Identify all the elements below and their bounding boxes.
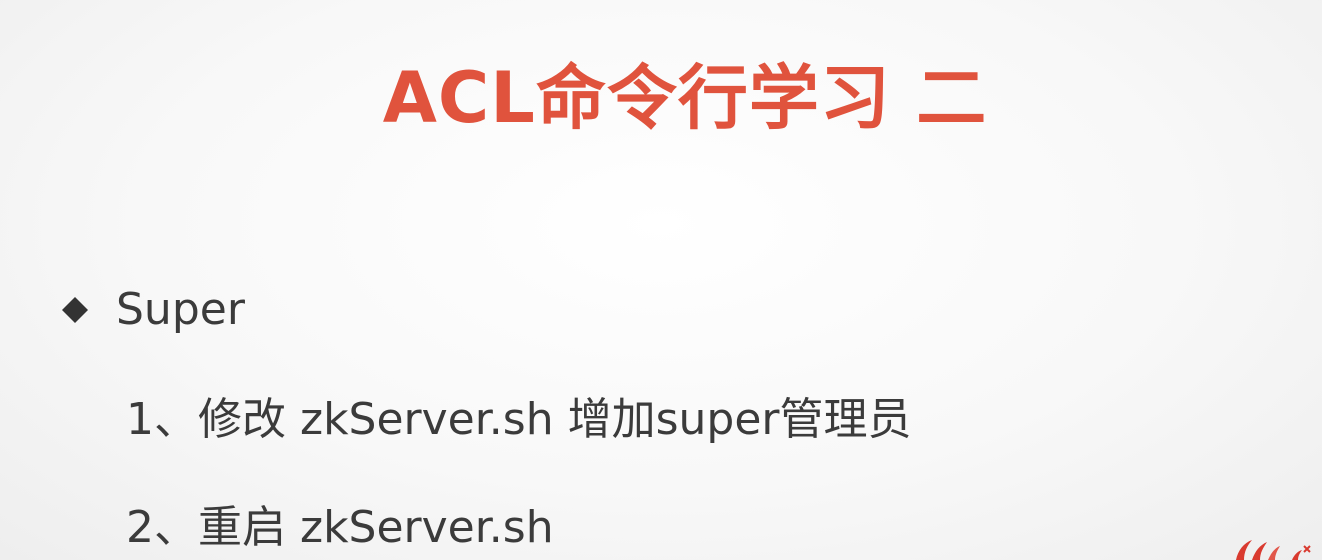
bullet-item: Super <box>62 282 245 338</box>
step-item-1: 1、修改 zkServer.sh 增加super管理员 <box>126 394 912 445</box>
brand-logo-icon <box>1236 540 1311 560</box>
bullet-label: Super <box>116 284 245 335</box>
diamond-bullet-icon <box>62 297 88 323</box>
slide: ACL命令行学习 二 Super 1、修改 zkServer.sh 增加supe… <box>0 0 1322 560</box>
step-item-2: 2、重启 zkServer.sh <box>126 502 554 553</box>
slide-title: ACL命令行学习 二 <box>382 57 988 139</box>
